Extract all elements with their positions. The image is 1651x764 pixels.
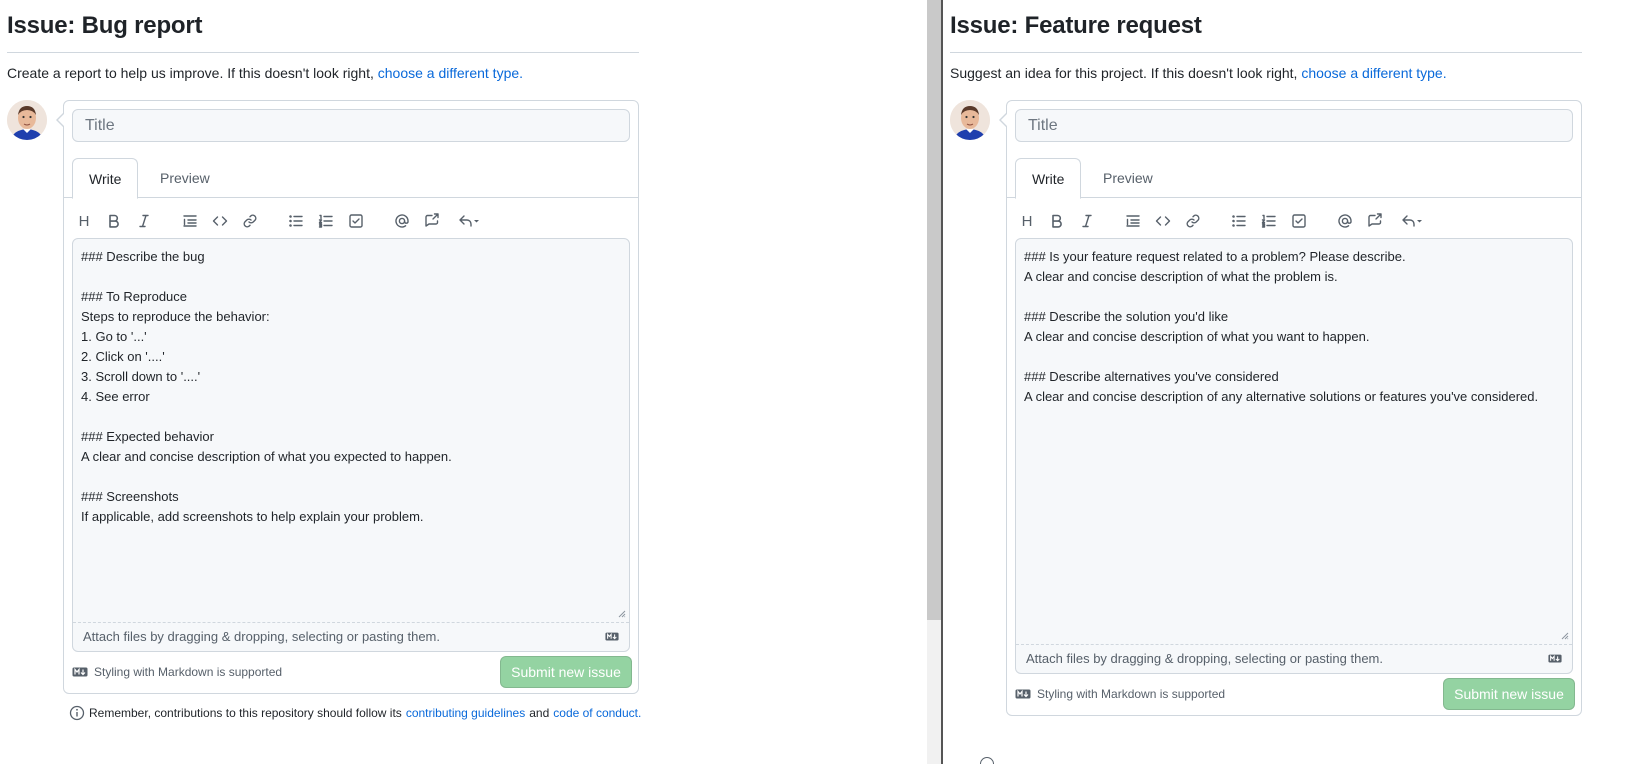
user-avatar-icon [950,100,990,140]
task-list-icon[interactable] [344,209,368,233]
heading-icon[interactable]: H [1015,209,1039,233]
issue-form-card: Write Preview H Attach files by dragging… [999,100,1582,716]
description-text: Create a report to help us improve. If t… [7,65,374,81]
markdown-note-text: Styling with Markdown is supported [94,665,283,679]
title-divider [7,52,639,53]
contributing-guidelines-link[interactable]: contributing guidelines [406,706,525,720]
page-title: Issue: Bug report [7,12,203,39]
comment-editor: Attach files by dragging & dropping, sel… [1015,238,1573,674]
markdown-note-text: Styling with Markdown is supported [1037,687,1226,701]
submit-new-issue-button[interactable]: Submit new issue [1443,678,1575,710]
link-icon[interactable] [1181,209,1205,233]
bulleted-list-icon[interactable] [1227,209,1251,233]
title-input[interactable] [72,109,630,142]
quote-icon[interactable] [178,209,202,233]
description-text: Suggest an idea for this project. If thi… [950,65,1298,81]
italic-icon[interactable] [132,209,156,233]
choose-type-link[interactable]: choose a different type. [1301,65,1446,81]
markdown-note: Styling with Markdown is supported [72,665,282,679]
issue-body-textarea[interactable] [73,239,629,624]
code-of-conduct-link[interactable]: code of conduct. [553,706,641,720]
template-description: Create a report to help us improve. If t… [7,65,523,81]
mention-icon[interactable] [390,209,414,233]
tab-preview[interactable]: Preview [144,158,226,199]
heading-icon[interactable]: H [72,209,96,233]
scrollbar-thumb[interactable] [927,0,941,620]
reminder-text: Remember, contributions to this reposito… [89,706,402,720]
info-icon [69,705,85,721]
code-icon[interactable] [208,209,232,233]
numbered-list-icon[interactable] [1257,209,1281,233]
contribution-reminder: Remember, contributions to this reposito… [69,705,641,721]
task-list-icon[interactable] [1287,209,1311,233]
issue-form-card: Write Preview H Attach files by dragging… [56,100,639,694]
scrollbar-track[interactable] [927,620,941,764]
markdown-icon [1548,654,1562,663]
mention-icon[interactable] [1333,209,1357,233]
markdown-icon [605,632,619,641]
bug-report-pane: Issue: Bug report Create a report to hel… [0,0,927,764]
avatar [950,100,990,140]
reminder-and: and [529,706,550,720]
markdown-note: Styling with Markdown is supported [1015,687,1225,701]
bold-icon[interactable] [102,209,126,233]
markdown-icon [72,667,88,677]
link-icon[interactable] [238,209,262,233]
resize-handle-icon[interactable] [618,610,626,618]
attach-files-area[interactable]: Attach files by dragging & dropping, sel… [73,622,629,651]
bulleted-list-icon[interactable] [284,209,308,233]
issue-body-textarea[interactable] [1016,239,1572,646]
user-avatar-icon [7,100,47,140]
feature-request-pane: Issue: Feature request Suggest an idea f… [943,0,1651,764]
page-title: Issue: Feature request [950,12,1202,39]
cross-reference-icon[interactable] [420,209,444,233]
choose-type-link[interactable]: choose a different type. [378,65,523,81]
editor-tabs: Write Preview [1007,158,1581,199]
tab-preview[interactable]: Preview [1087,158,1169,199]
attach-files-area[interactable]: Attach files by dragging & dropping, sel… [1016,644,1572,673]
tab-write[interactable]: Write [72,158,139,199]
resize-handle-icon[interactable] [1561,632,1569,640]
quote-icon[interactable] [1121,209,1145,233]
cross-reference-icon[interactable] [1363,209,1387,233]
editor-tabs: Write Preview [64,158,638,199]
saved-replies-icon[interactable] [452,209,486,233]
code-icon[interactable] [1151,209,1175,233]
template-description: Suggest an idea for this project. If thi… [950,65,1447,81]
numbered-list-icon[interactable] [314,209,338,233]
avatar [7,100,47,140]
italic-icon[interactable] [1075,209,1099,233]
tab-write[interactable]: Write [1015,158,1082,199]
window-divider [927,0,943,764]
comment-editor: Attach files by dragging & dropping, sel… [72,238,630,652]
info-icon [980,757,994,764]
title-input[interactable] [1015,109,1573,142]
submit-new-issue-button[interactable]: Submit new issue [500,656,632,688]
bold-icon[interactable] [1045,209,1069,233]
title-divider [950,52,1582,53]
saved-replies-icon[interactable] [1395,209,1429,233]
markdown-icon [1015,689,1031,699]
